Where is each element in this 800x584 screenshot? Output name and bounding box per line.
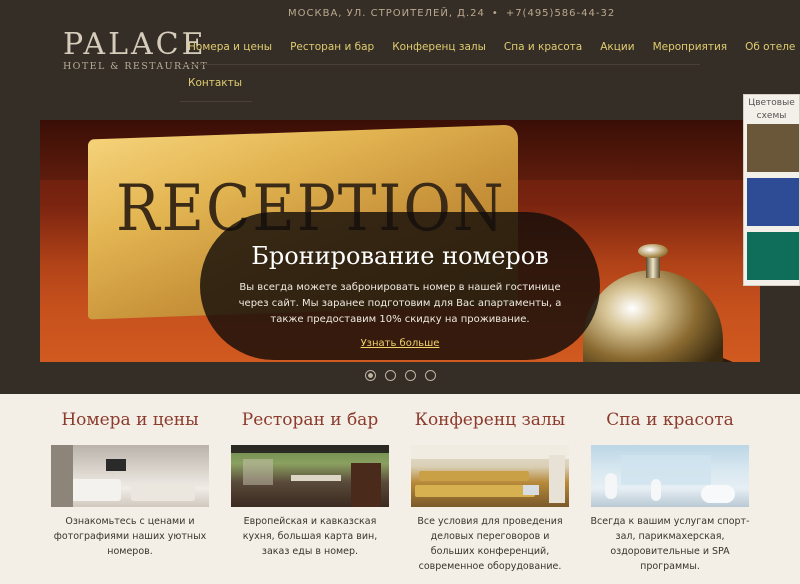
phone-link[interactable]: +7(495)586-44-32: [506, 8, 615, 19]
color-swatch-blue[interactable]: [747, 178, 799, 226]
slider-dot-3[interactable]: [405, 370, 416, 381]
slider-dot-1[interactable]: [365, 370, 376, 381]
color-schemes-panel: Цветовые схемы: [743, 94, 800, 286]
hero-title: Бронирование номеров: [251, 242, 549, 270]
contact-separator: •: [491, 8, 499, 19]
feature-image-restaurant[interactable]: [231, 445, 389, 507]
bell-icon: [583, 270, 723, 362]
nav-item-about[interactable]: Об отеле: [737, 30, 800, 64]
hero-text: Вы всегда можете забронировать номер в н…: [238, 282, 562, 325]
address-text: МОСКВА, УЛ. СТРОИТЕЛЕЙ, Д.24: [288, 8, 485, 19]
slider-dot-4[interactable]: [425, 370, 436, 381]
feature-text-conference: Все условия для проведения деловых перег…: [417, 516, 563, 572]
site-header: МОСКВА, УЛ. СТРОИТЕЛЕЙ, Д.24 • +7(495)586-…: [0, 0, 800, 120]
nav-item-conference[interactable]: Конференц залы: [384, 30, 496, 64]
nav-item-events[interactable]: Мероприятия: [645, 30, 738, 64]
hero-caption: Бронирование номеров Вы всегда можете за…: [200, 212, 600, 360]
nav-item-spa[interactable]: Спа и красота: [496, 30, 592, 64]
feature-restaurant: Ресторан и бар Европейская и кавказская …: [220, 410, 400, 574]
feature-image-rooms[interactable]: [51, 445, 209, 507]
slider-dot-2[interactable]: [385, 370, 396, 381]
features-section: Номера и цены Ознакомьтесь с ценами и фо…: [40, 410, 760, 574]
feature-title-restaurant[interactable]: Ресторан и бар: [220, 410, 400, 440]
nav-row-2: Контакты: [180, 65, 700, 102]
nav-item-offers[interactable]: Акции: [592, 30, 644, 64]
feature-title-rooms[interactable]: Номера и цены: [40, 410, 220, 440]
nav-item-restaurant[interactable]: Ресторан и бар: [282, 30, 384, 64]
color-schemes-title: Цветовые схемы: [748, 98, 795, 121]
color-swatch-green[interactable]: [747, 232, 799, 280]
nav-item-rooms[interactable]: Номера и цены: [180, 30, 282, 64]
feature-rooms: Номера и цены Ознакомьтесь с ценами и фо…: [40, 410, 220, 574]
slider-dots: [365, 370, 436, 381]
feature-image-conference[interactable]: [411, 445, 569, 507]
feature-spa: Спа и красота Всегда к вашим услугам спо…: [580, 410, 760, 574]
logo[interactable]: PALACE HOTEL & RESTAURANT: [63, 27, 209, 73]
feature-text-spa: Всегда к вашим услугам спорт-зал, парикм…: [590, 516, 750, 572]
bell-knob: [638, 244, 668, 258]
nav-item-contacts[interactable]: Контакты: [180, 65, 253, 102]
feature-text-restaurant: Европейская и кавказская кухня, большая …: [242, 516, 378, 557]
logo-subtitle: HOTEL & RESTAURANT: [63, 61, 209, 72]
feature-image-spa[interactable]: [591, 445, 749, 507]
feature-text-rooms: Ознакомьтесь с ценами и фотографиями наш…: [53, 516, 207, 557]
hero-more-link[interactable]: Узнать больше: [361, 338, 440, 349]
color-swatch-brown[interactable]: [747, 124, 799, 172]
feature-title-conference[interactable]: Конференц залы: [400, 410, 580, 440]
contact-bar: МОСКВА, УЛ. СТРОИТЕЛЕЙ, Д.24 • +7(495)586-…: [288, 8, 615, 19]
feature-title-spa[interactable]: Спа и красота: [580, 410, 760, 440]
main-nav: Номера и цены Ресторан и бар Конференц з…: [180, 30, 795, 102]
logo-title: PALACE: [63, 27, 207, 62]
feature-conference: Конференц залы Все условия для проведени…: [400, 410, 580, 574]
nav-row-1: Номера и цены Ресторан и бар Конференц з…: [180, 30, 795, 65]
